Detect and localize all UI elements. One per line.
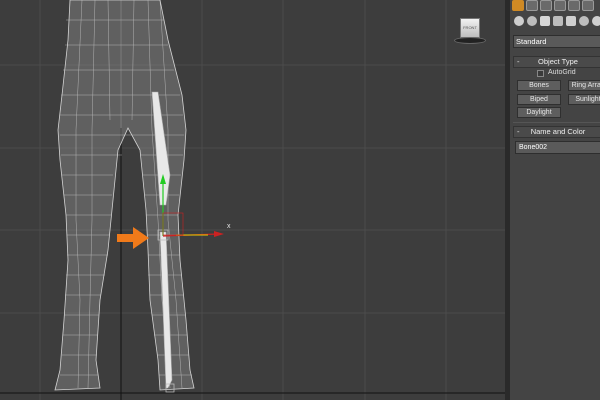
x-axis-label: x [227, 223, 231, 230]
object-type-title: Object Type [538, 57, 578, 66]
viewcube-front-face[interactable]: FRONT [460, 18, 480, 38]
shapes-icon[interactable] [527, 16, 537, 26]
lights-icon[interactable] [540, 16, 550, 26]
modify-icon[interactable] [526, 0, 538, 11]
max-application: x FRONT Standard - Object Type AutoGrid … [0, 0, 600, 400]
viewcube-icon[interactable]: FRONT [454, 18, 486, 44]
motion-icon[interactable] [554, 0, 566, 11]
cameras-icon[interactable] [553, 16, 563, 26]
rollout-divider [513, 122, 600, 123]
spacewarps-icon[interactable] [579, 16, 589, 26]
create-subcategories [510, 13, 600, 30]
systems-icon[interactable] [592, 16, 600, 26]
display-icon[interactable] [568, 0, 580, 11]
ring-array-button[interactable]: Ring Array [568, 80, 600, 91]
object-name-field[interactable]: Bone002 [515, 141, 600, 154]
biped-button[interactable]: Biped [517, 94, 561, 105]
sunlight-button[interactable]: Sunlight [568, 94, 600, 105]
viewport-canvas[interactable] [0, 0, 505, 400]
command-panel-tabs [510, 0, 600, 11]
helpers-icon[interactable] [566, 16, 576, 26]
hierarchy-icon[interactable] [540, 0, 552, 11]
gizmo-x-arrow [214, 231, 224, 237]
command-panel: Standard - Object Type AutoGrid Bones Ri… [510, 0, 600, 400]
viewcube-compass-ring[interactable] [454, 37, 486, 44]
autogrid-label: AutoGrid [548, 69, 576, 76]
front-viewport[interactable]: x FRONT [0, 0, 505, 400]
category-dropdown[interactable]: Standard [513, 35, 600, 48]
create-icon[interactable] [512, 0, 524, 11]
utilities-icon[interactable] [582, 0, 594, 11]
geometry-icon[interactable] [514, 16, 524, 26]
bones-button[interactable]: Bones [517, 80, 561, 91]
autogrid-checkbox[interactable] [537, 70, 544, 77]
name-and-color-title: Name and Color [530, 127, 586, 136]
daylight-button[interactable]: Daylight [517, 107, 561, 118]
name-and-color-rollout-header[interactable]: - Name and Color [513, 126, 600, 138]
object-type-rollout-header[interactable]: - Object Type [513, 56, 600, 68]
